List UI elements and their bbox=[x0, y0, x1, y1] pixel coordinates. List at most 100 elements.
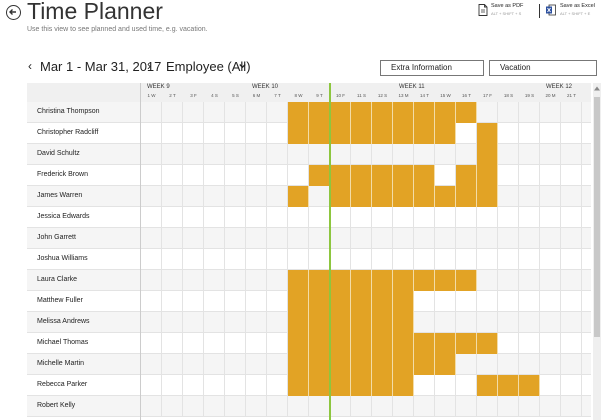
day-cell[interactable] bbox=[267, 207, 288, 228]
day-cell[interactable] bbox=[351, 396, 372, 417]
day-cell[interactable] bbox=[498, 102, 519, 123]
day-cell[interactable] bbox=[519, 102, 540, 123]
day-cell[interactable] bbox=[561, 249, 582, 270]
day-cell[interactable] bbox=[456, 312, 477, 333]
day-cell[interactable] bbox=[204, 144, 225, 165]
booked-day-cell[interactable] bbox=[351, 354, 372, 375]
day-cell[interactable] bbox=[204, 249, 225, 270]
booked-day-cell[interactable] bbox=[435, 270, 456, 291]
day-cell[interactable] bbox=[246, 312, 267, 333]
day-cell[interactable] bbox=[498, 228, 519, 249]
day-cell[interactable] bbox=[351, 207, 372, 228]
employee-row[interactable]: Frederick Brown bbox=[27, 165, 591, 186]
booked-day-cell[interactable] bbox=[330, 102, 351, 123]
day-cell[interactable] bbox=[267, 312, 288, 333]
day-cell[interactable] bbox=[267, 165, 288, 186]
day-cell[interactable] bbox=[183, 102, 204, 123]
day-cell[interactable] bbox=[183, 165, 204, 186]
day-cell[interactable] bbox=[288, 249, 309, 270]
day-cell[interactable] bbox=[141, 102, 162, 123]
booked-day-cell[interactable] bbox=[309, 270, 330, 291]
previous-month-button[interactable]: ‹ bbox=[28, 59, 32, 73]
employee-row[interactable]: Matthew Fuller bbox=[27, 291, 591, 312]
day-cell[interactable] bbox=[225, 312, 246, 333]
day-cell[interactable] bbox=[225, 102, 246, 123]
day-cell[interactable] bbox=[183, 354, 204, 375]
day-cell[interactable] bbox=[519, 396, 540, 417]
day-cell[interactable] bbox=[162, 375, 183, 396]
day-cell[interactable] bbox=[456, 291, 477, 312]
day-cell[interactable] bbox=[498, 249, 519, 270]
day-cell[interactable] bbox=[141, 186, 162, 207]
booked-day-cell[interactable] bbox=[309, 375, 330, 396]
day-cell[interactable] bbox=[540, 228, 561, 249]
booked-day-cell[interactable] bbox=[372, 375, 393, 396]
day-cell[interactable] bbox=[183, 312, 204, 333]
day-cell[interactable] bbox=[498, 354, 519, 375]
booked-day-cell[interactable] bbox=[435, 354, 456, 375]
day-cell[interactable] bbox=[561, 186, 582, 207]
booked-day-cell[interactable] bbox=[393, 102, 414, 123]
day-cell[interactable] bbox=[540, 249, 561, 270]
booked-day-cell[interactable] bbox=[372, 291, 393, 312]
booked-day-cell[interactable] bbox=[414, 333, 435, 354]
employee-row[interactable]: Melissa Andrews bbox=[27, 312, 591, 333]
day-cell[interactable] bbox=[267, 270, 288, 291]
employee-row[interactable]: Christopher Radcliff bbox=[27, 123, 591, 144]
employee-row[interactable]: Michelle Martin bbox=[27, 354, 591, 375]
booked-day-cell[interactable] bbox=[477, 165, 498, 186]
employee-row[interactable]: Christina Thompson bbox=[27, 102, 591, 123]
day-cell[interactable] bbox=[267, 291, 288, 312]
day-cell[interactable] bbox=[351, 228, 372, 249]
day-cell[interactable] bbox=[435, 144, 456, 165]
day-cell[interactable] bbox=[435, 165, 456, 186]
day-cell[interactable] bbox=[204, 396, 225, 417]
day-cell[interactable] bbox=[225, 165, 246, 186]
day-cell[interactable] bbox=[267, 333, 288, 354]
booked-day-cell[interactable] bbox=[498, 375, 519, 396]
day-cell[interactable] bbox=[519, 270, 540, 291]
day-cell[interactable] bbox=[540, 186, 561, 207]
day-cell[interactable] bbox=[498, 333, 519, 354]
employee-row[interactable]: Rebecca Parker bbox=[27, 375, 591, 396]
day-cell[interactable] bbox=[393, 396, 414, 417]
day-cell[interactable] bbox=[456, 375, 477, 396]
booked-day-cell[interactable] bbox=[330, 123, 351, 144]
booked-day-cell[interactable] bbox=[309, 333, 330, 354]
day-cell[interactable] bbox=[414, 396, 435, 417]
day-cell[interactable] bbox=[540, 396, 561, 417]
day-cell[interactable] bbox=[246, 270, 267, 291]
booked-day-cell[interactable] bbox=[309, 354, 330, 375]
booked-day-cell[interactable] bbox=[435, 123, 456, 144]
day-cell[interactable] bbox=[204, 312, 225, 333]
day-cell[interactable] bbox=[183, 375, 204, 396]
booked-day-cell[interactable] bbox=[288, 354, 309, 375]
day-cell[interactable] bbox=[435, 228, 456, 249]
employee-filter-dropdown[interactable]: Employee (All) bbox=[166, 59, 251, 74]
day-cell[interactable] bbox=[477, 312, 498, 333]
booked-day-cell[interactable] bbox=[414, 102, 435, 123]
day-cell[interactable] bbox=[288, 144, 309, 165]
booked-day-cell[interactable] bbox=[372, 186, 393, 207]
day-cell[interactable] bbox=[456, 228, 477, 249]
day-cell[interactable] bbox=[519, 228, 540, 249]
day-cell[interactable] bbox=[540, 333, 561, 354]
day-cell[interactable] bbox=[225, 186, 246, 207]
day-cell[interactable] bbox=[162, 186, 183, 207]
booked-day-cell[interactable] bbox=[435, 333, 456, 354]
booked-day-cell[interactable] bbox=[477, 123, 498, 144]
day-cell[interactable] bbox=[561, 291, 582, 312]
day-cell[interactable] bbox=[162, 144, 183, 165]
day-cell[interactable] bbox=[477, 249, 498, 270]
day-cell[interactable] bbox=[498, 186, 519, 207]
booked-day-cell[interactable] bbox=[414, 165, 435, 186]
day-cell[interactable] bbox=[204, 375, 225, 396]
day-cell[interactable] bbox=[540, 102, 561, 123]
day-cell[interactable] bbox=[183, 144, 204, 165]
day-cell[interactable] bbox=[519, 123, 540, 144]
day-cell[interactable] bbox=[309, 144, 330, 165]
scroll-up-arrow-icon[interactable] bbox=[594, 86, 600, 91]
day-cell[interactable] bbox=[456, 249, 477, 270]
day-cell[interactable] bbox=[540, 123, 561, 144]
day-cell[interactable] bbox=[540, 375, 561, 396]
